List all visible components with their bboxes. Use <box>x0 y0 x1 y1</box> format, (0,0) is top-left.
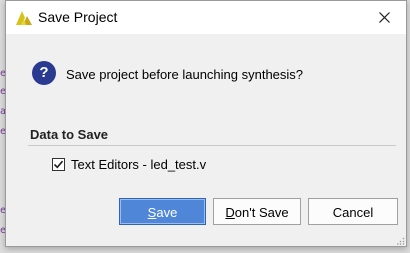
save-item-row[interactable]: Text Editors - led_test.v <box>52 157 206 172</box>
title-bar[interactable]: Save Project <box>6 1 406 34</box>
section-separator <box>28 145 396 146</box>
vivado-logo-icon <box>16 11 32 25</box>
text-editors-label: Text Editors - led_test.v <box>71 157 207 172</box>
save-project-dialog: Save Project ? Save project before launc… <box>5 0 407 247</box>
cancel-button[interactable]: Cancel <box>308 198 398 225</box>
resize-grip-icon[interactable] <box>397 237 405 245</box>
section-title-data-to-save: Data to Save <box>30 127 109 142</box>
dialog-message: Save project before launching synthesis? <box>66 67 304 82</box>
save-button[interactable]: Save <box>119 198 206 225</box>
dont-save-mnemonic: D <box>225 205 235 220</box>
dont-save-button[interactable]: Don't Save <box>213 198 301 225</box>
question-icon: ? <box>32 61 56 85</box>
checkmark-icon <box>53 160 64 169</box>
dont-save-label-rest: on't Save <box>234 205 289 220</box>
save-label-rest: ave <box>156 205 178 220</box>
text-editors-checkbox[interactable] <box>52 158 65 171</box>
close-button[interactable] <box>362 1 406 34</box>
dialog-body: ? Save project before launching synthesi… <box>6 34 406 246</box>
window-title: Save Project <box>38 9 118 25</box>
close-icon <box>378 12 390 23</box>
